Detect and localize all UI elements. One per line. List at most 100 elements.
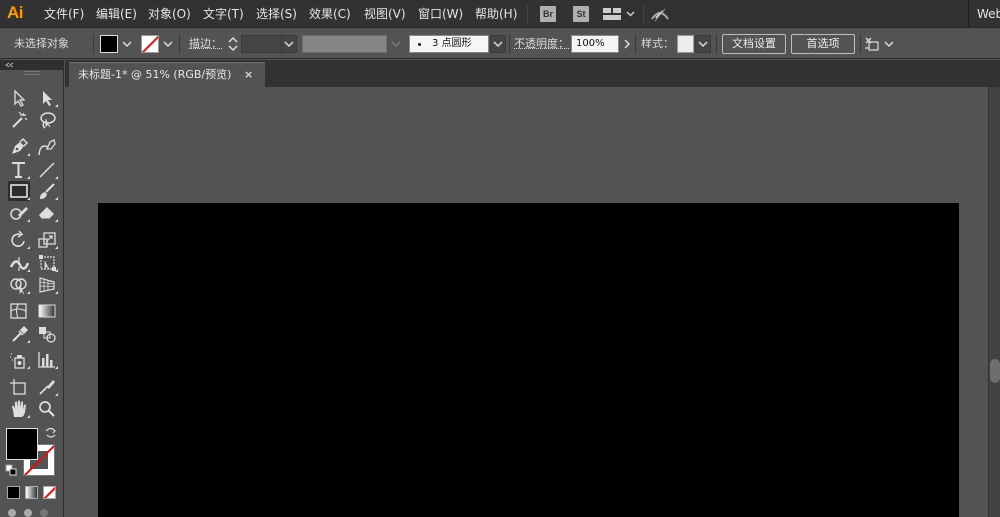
graphic-style-dropdown[interactable]	[695, 35, 711, 53]
chevron-down-icon[interactable]	[163, 38, 173, 50]
scrollbar-thumb[interactable]	[990, 359, 1000, 383]
slice-tool[interactable]	[36, 377, 58, 397]
close-icon[interactable]: ×	[244, 63, 253, 87]
gradient-tool[interactable]	[36, 301, 58, 321]
curvature-tool[interactable]	[36, 137, 58, 157]
preferences-button[interactable]: 首选项	[791, 34, 855, 54]
color-mode-button[interactable]	[7, 486, 20, 499]
bridge-icon[interactable]: Br	[540, 6, 556, 22]
control-separator	[93, 34, 94, 54]
control-separator	[179, 34, 180, 54]
gradient-mode-button[interactable]	[25, 486, 38, 499]
chevron-down-icon[interactable]	[884, 38, 894, 50]
brush-definition-dropdown[interactable]	[490, 35, 506, 53]
chevron-down-icon[interactable]	[626, 11, 635, 17]
document-tab-title: 未标题-1* @ 51% (RGB/预览)	[78, 63, 231, 87]
document-setup-button[interactable]: 文档设置	[722, 34, 786, 54]
type-tool[interactable]	[8, 160, 30, 180]
chevron-down-icon[interactable]	[122, 38, 132, 50]
collapse-panel-icon[interactable]	[4, 62, 14, 68]
chevron-right-icon[interactable]	[622, 38, 632, 50]
stroke-swatch[interactable]	[141, 35, 159, 53]
panel-grip[interactable]	[24, 71, 40, 75]
symbol-sprayer-tool[interactable]	[8, 350, 30, 370]
opacity-label[interactable]: 不透明度：	[514, 29, 569, 59]
magic-wand-tool[interactable]	[8, 110, 30, 130]
canvas-area[interactable]	[65, 87, 988, 517]
stock-icon[interactable]: St	[573, 6, 589, 22]
brush-dot-icon	[418, 43, 421, 46]
stroke-weight-stepper[interactable]	[226, 35, 240, 53]
control-separator	[635, 34, 636, 54]
chevron-down-icon	[493, 39, 503, 49]
menu-window[interactable]: 窗口(W)	[417, 0, 474, 28]
control-separator	[860, 34, 861, 54]
menu-select[interactable]: 选择(S)	[255, 0, 308, 28]
arrange-documents-icon[interactable]	[863, 36, 881, 52]
menu-view[interactable]: 视图(V)	[363, 0, 417, 28]
lasso-tool[interactable]	[36, 110, 58, 130]
default-fill-stroke-icon[interactable]	[5, 464, 17, 476]
width-tool[interactable]	[8, 253, 30, 273]
menu-effect[interactable]: 效果(C)	[308, 0, 363, 28]
swap-fill-stroke-icon[interactable]	[44, 427, 58, 439]
shaper-tool[interactable]	[8, 203, 30, 223]
brush-definition-field[interactable]: 3 点圆形	[409, 35, 489, 53]
vertical-scrollbar[interactable]	[988, 87, 1000, 517]
menu-items: 文件(F) 编辑(E) 对象(O) 文字(T) 选择(S) 效果(C) 视图(V…	[43, 0, 524, 28]
selection-tool[interactable]	[8, 88, 30, 108]
free-transform-tool[interactable]	[36, 253, 58, 273]
hand-tool[interactable]	[8, 399, 30, 419]
direct-selection-tool[interactable]	[36, 88, 58, 108]
line-segment-tool[interactable]	[36, 160, 58, 180]
menu-help[interactable]: 帮助(H)	[474, 0, 524, 28]
perspective-grid-tool[interactable]	[36, 275, 58, 295]
graphic-style-swatch[interactable]	[677, 35, 694, 53]
opacity-input[interactable]: 100%	[571, 35, 619, 53]
gradient-icon	[36, 301, 58, 321]
menu-object[interactable]: 对象(O)	[147, 0, 202, 28]
pen-tool[interactable]	[8, 137, 30, 157]
gpu-performance-icon[interactable]	[650, 5, 670, 23]
eraser-tool[interactable]	[36, 203, 58, 223]
artboard-tool[interactable]	[8, 377, 30, 397]
paintbrush-tool[interactable]	[36, 181, 58, 201]
stroke-weight-dropdown[interactable]	[281, 35, 297, 53]
workspace-switcher-icon[interactable]	[603, 8, 621, 20]
blend-tool[interactable]	[36, 324, 58, 344]
chevron-down-icon	[284, 39, 294, 49]
chevron-down-icon	[698, 39, 708, 49]
chevron-down-icon	[391, 38, 401, 50]
stroke-label[interactable]: 描边：	[189, 29, 222, 59]
workspace-label[interactable]: Web	[968, 0, 1000, 28]
menu-file[interactable]: 文件(F)	[43, 0, 95, 28]
menu-type[interactable]: 文字(T)	[202, 0, 255, 28]
document-tab[interactable]: 未标题-1* @ 51% (RGB/预览) ×	[69, 62, 265, 87]
control-separator	[716, 34, 717, 54]
menu-bar: Ai 文件(F) 编辑(E) 对象(O) 文字(T) 选择(S) 效果(C) 视…	[0, 0, 1000, 28]
menu-separator	[527, 5, 528, 23]
curvature-pen-icon	[36, 137, 58, 157]
menu-separator	[643, 5, 644, 23]
tools-panel-header[interactable]	[0, 60, 64, 70]
scale-tool[interactable]	[36, 230, 58, 250]
mesh-icon	[8, 301, 30, 321]
zoom-tool[interactable]	[36, 399, 58, 419]
menu-edit[interactable]: 编辑(E)	[95, 0, 147, 28]
drawing-mode-icons[interactable]	[6, 506, 58, 517]
control-bar: 未选择对象 描边： 3 点圆形 不透明度： 100% 样式： 文档设置 首选项	[0, 29, 1000, 59]
tools-panel	[0, 60, 64, 517]
fill-color-box[interactable]	[6, 428, 38, 460]
mesh-tool[interactable]	[8, 301, 30, 321]
eyedropper-tool[interactable]	[8, 324, 30, 344]
column-graph-tool[interactable]	[36, 350, 58, 370]
variable-width-profile[interactable]	[302, 35, 387, 53]
rotate-tool[interactable]	[8, 230, 30, 250]
fill-swatch[interactable]	[100, 35, 118, 53]
rectangle-tool[interactable]	[8, 181, 30, 201]
control-separator	[509, 34, 510, 54]
shape-builder-tool[interactable]	[8, 275, 30, 295]
artboard[interactable]	[98, 203, 959, 517]
stroke-weight-input[interactable]	[241, 35, 283, 53]
none-mode-button[interactable]	[43, 486, 56, 499]
